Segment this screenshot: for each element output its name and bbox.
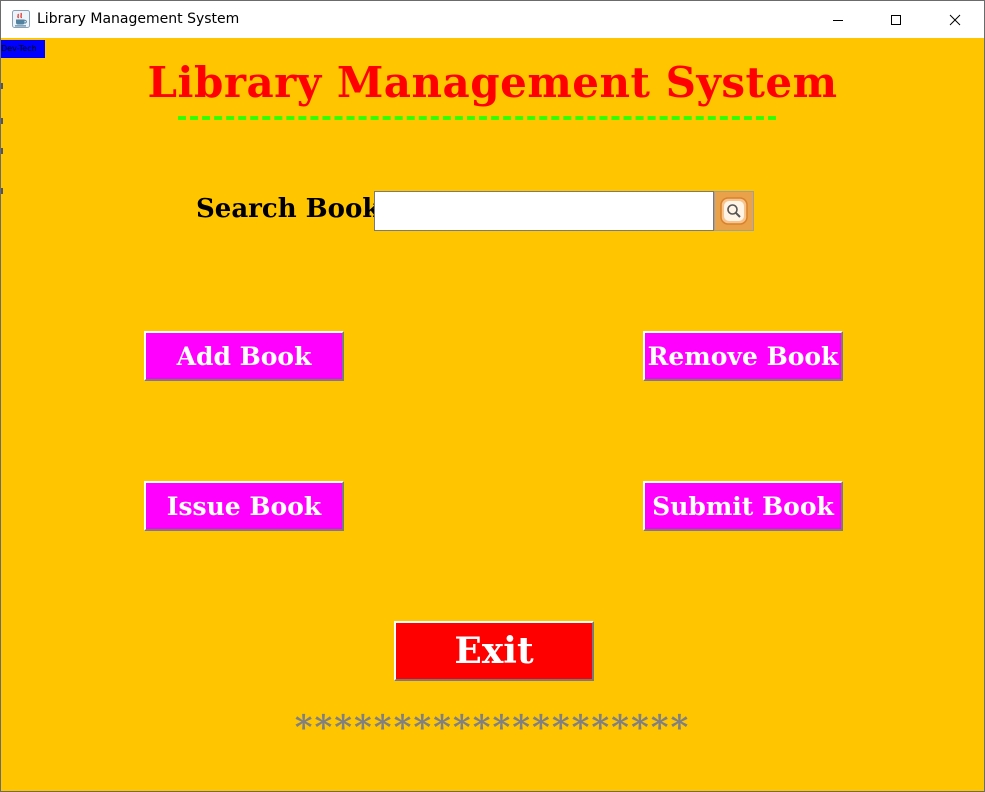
close-button[interactable] <box>926 1 984 38</box>
maximize-button[interactable] <box>867 1 925 38</box>
remove-book-button[interactable]: Remove Book <box>643 331 843 381</box>
decorative-stars: ******************** <box>294 708 691 748</box>
page-title: Library Management System <box>147 58 838 107</box>
main-panel: Dev-Tech Library Management System Searc… <box>1 38 984 791</box>
minimize-button[interactable] <box>809 1 867 38</box>
java-cup-icon <box>12 10 30 28</box>
credit-badge: Dev-Tech <box>1 40 45 58</box>
title-underline <box>178 116 776 120</box>
add-book-button[interactable]: Add Book <box>144 331 344 381</box>
issue-book-button[interactable]: Issue Book <box>144 481 344 531</box>
window-title: Library Management System <box>37 11 240 27</box>
minimize-icon <box>833 19 843 21</box>
title-bar[interactable]: Library Management System <box>1 1 984 38</box>
search-input[interactable] <box>374 191 714 231</box>
close-icon <box>949 14 961 25</box>
maximize-icon <box>891 14 901 25</box>
exit-button[interactable]: Exit <box>394 621 594 681</box>
search-button[interactable] <box>714 191 754 231</box>
submit-book-button[interactable]: Submit Book <box>643 481 843 531</box>
search-icon <box>720 197 748 225</box>
search-label: Search Book <box>196 194 381 224</box>
app-window: Library Management System Dev-Tech Libra… <box>0 0 985 792</box>
